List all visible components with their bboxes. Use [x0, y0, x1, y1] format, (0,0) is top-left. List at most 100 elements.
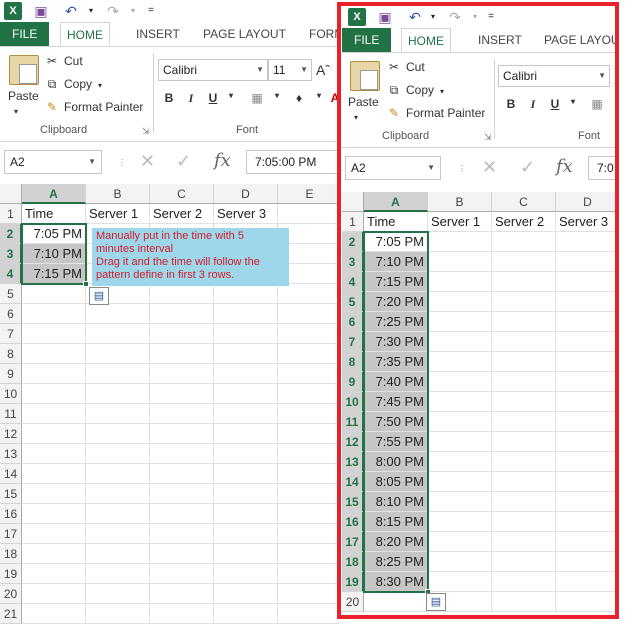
cell-d20[interactable]	[556, 592, 618, 612]
cell-d10[interactable]	[214, 384, 278, 404]
underline-dropdown-icon[interactable]: ▾	[222, 91, 240, 100]
row-header-19[interactable]: 19	[342, 572, 364, 592]
cell-b10[interactable]	[86, 384, 150, 404]
italic-button[interactable]: I	[524, 97, 542, 112]
cell-a12[interactable]	[22, 424, 86, 444]
cell-c19[interactable]	[150, 564, 214, 584]
cell-a6[interactable]: 7:25 PM	[364, 312, 428, 332]
cell-e18[interactable]	[278, 544, 340, 564]
undo-icon[interactable]: ↶	[62, 2, 80, 20]
cell-a11[interactable]: 7:50 PM	[364, 412, 428, 432]
cell-d8[interactable]	[556, 352, 618, 372]
undo-dropdown-icon[interactable]: ▾	[424, 8, 442, 26]
save-icon[interactable]: ▣	[32, 2, 50, 20]
row-header-9[interactable]: 9	[342, 372, 364, 392]
cell-c15[interactable]	[492, 492, 556, 512]
cell-a11[interactable]	[22, 404, 86, 424]
cell-c8[interactable]	[150, 344, 214, 364]
cell-d7[interactable]	[556, 332, 618, 352]
cell-c10[interactable]	[150, 384, 214, 404]
row-header-15[interactable]: 15	[342, 492, 364, 512]
tab-file[interactable]: FILE	[0, 22, 50, 46]
column-header-d[interactable]: D	[214, 184, 278, 204]
underline-dropdown-icon[interactable]: ▾	[564, 97, 582, 106]
cell-c9[interactable]	[492, 372, 556, 392]
cell-d11[interactable]	[556, 412, 618, 432]
row-header-20[interactable]: 20	[342, 592, 364, 612]
borders-icon[interactable]: ▦	[588, 97, 606, 111]
cell-d15[interactable]	[556, 492, 618, 512]
cell-d19[interactable]	[214, 564, 278, 584]
cell-a5[interactable]: 7:20 PM	[364, 292, 428, 312]
row-header-2[interactable]: 2	[342, 232, 364, 252]
font-name-combo[interactable]: Calibri ▼	[158, 59, 268, 81]
row-header-12[interactable]: 12	[0, 424, 22, 444]
cell-b11[interactable]	[428, 412, 492, 432]
redo-icon[interactable]: ↷	[446, 8, 464, 26]
cell-a9[interactable]	[22, 364, 86, 384]
customize-qat-icon[interactable]: =	[482, 8, 500, 26]
cell-c19[interactable]	[492, 572, 556, 592]
cell-b1[interactable]: Server 1	[428, 212, 492, 232]
row-header-3[interactable]: 3	[342, 252, 364, 272]
cell-d14[interactable]	[214, 464, 278, 484]
cell-c12[interactable]	[492, 432, 556, 452]
cell-c10[interactable]	[492, 392, 556, 412]
cell-d18[interactable]	[214, 544, 278, 564]
cell-b12[interactable]	[428, 432, 492, 452]
cell-a16[interactable]: 8:15 PM	[364, 512, 428, 532]
cell-c16[interactable]	[150, 504, 214, 524]
cell-b8[interactable]	[428, 352, 492, 372]
fill-color-icon[interactable]: ♦	[290, 91, 308, 105]
cell-c20[interactable]	[150, 584, 214, 604]
cell-a13[interactable]	[22, 444, 86, 464]
cell-c6[interactable]	[150, 304, 214, 324]
redo-dropdown-icon[interactable]: ▾	[124, 2, 142, 20]
cell-d17[interactable]	[214, 524, 278, 544]
cell-a15[interactable]	[22, 484, 86, 504]
cell-c20[interactable]	[492, 592, 556, 612]
cell-d13[interactable]	[214, 444, 278, 464]
cell-d17[interactable]	[556, 532, 618, 552]
format-painter-button[interactable]: ✎ Format Painter	[44, 98, 143, 116]
row-header-7[interactable]: 7	[0, 324, 22, 344]
cell-d18[interactable]	[556, 552, 618, 572]
bold-button[interactable]: B	[502, 97, 520, 111]
cell-d21[interactable]	[214, 604, 278, 624]
tab-page-layout[interactable]: PAGE LAYOUT	[197, 22, 292, 46]
tab-insert[interactable]: INSERT	[130, 22, 186, 46]
autofill-options-icon[interactable]: ▤	[89, 287, 109, 305]
row-header-8[interactable]: 8	[0, 344, 22, 364]
row-header-17[interactable]: 17	[342, 532, 364, 552]
enter-icon[interactable]: ✓	[176, 151, 191, 172]
row-header-10[interactable]: 10	[342, 392, 364, 412]
paste-button[interactable]: Paste	[348, 93, 379, 111]
row-header-1[interactable]: 1	[0, 204, 22, 224]
cell-c13[interactable]	[150, 444, 214, 464]
cell-c1[interactable]: Server 2	[150, 204, 214, 224]
formula-input[interactable]: 7:05:00 PM	[246, 150, 340, 174]
cell-d15[interactable]	[214, 484, 278, 504]
cell-e11[interactable]	[278, 404, 340, 424]
cell-b13[interactable]	[428, 452, 492, 472]
row-header-18[interactable]: 18	[0, 544, 22, 564]
row-header-21[interactable]: 21	[0, 604, 22, 624]
cell-b15[interactable]	[428, 492, 492, 512]
row-header-1[interactable]: 1	[342, 212, 364, 232]
row-header-12[interactable]: 12	[342, 432, 364, 452]
cell-b11[interactable]	[86, 404, 150, 424]
cell-a19[interactable]	[22, 564, 86, 584]
cell-c17[interactable]	[492, 532, 556, 552]
redo-icon[interactable]: ↷	[104, 2, 122, 20]
cell-e20[interactable]	[278, 584, 340, 604]
paste-button[interactable]: Paste	[8, 87, 39, 105]
tab-home[interactable]: HOME	[401, 28, 451, 52]
row-header-11[interactable]: 11	[342, 412, 364, 432]
row-header-6[interactable]: 6	[0, 304, 22, 324]
cell-d1[interactable]: Server 3	[214, 204, 278, 224]
row-header-17[interactable]: 17	[0, 524, 22, 544]
cell-c11[interactable]	[150, 404, 214, 424]
cell-e13[interactable]	[278, 444, 340, 464]
undo-icon[interactable]: ↶	[406, 8, 424, 26]
cell-a7[interactable]	[22, 324, 86, 344]
